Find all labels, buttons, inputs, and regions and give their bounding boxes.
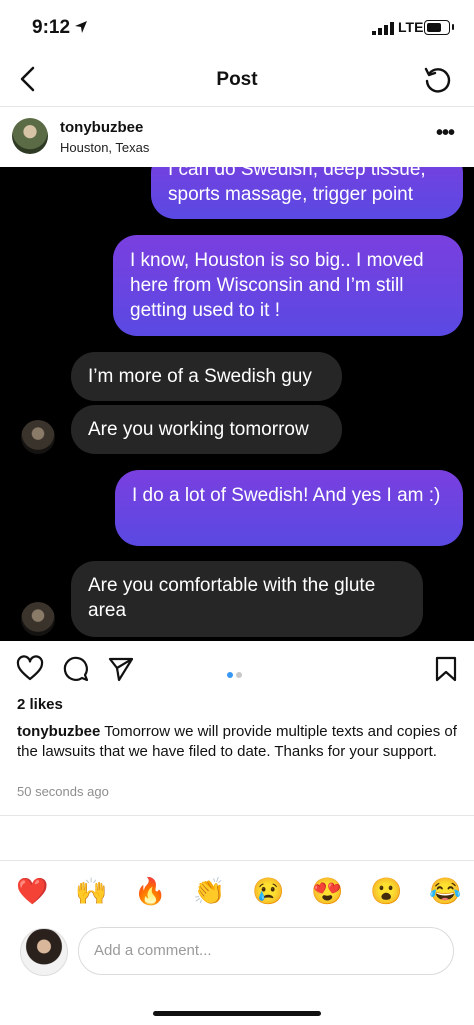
bookmark-icon[interactable] [432,655,460,683]
divider [0,815,474,816]
status-bar: 9:12 LTE [0,0,474,56]
refresh-icon[interactable] [421,64,453,96]
reaction-clap[interactable]: 👏 [193,876,225,907]
carousel-dot [236,672,242,678]
post-location[interactable]: Houston, Texas [60,140,149,155]
likes-count[interactable]: 2 likes [17,696,63,713]
reaction-laughing[interactable]: 😂 [429,876,461,907]
avatar[interactable] [12,118,48,154]
post-actions [0,641,474,695]
reaction-heart-eyes[interactable]: 😍 [311,876,343,907]
reaction-fire[interactable]: 🔥 [134,876,166,907]
battery-icon [424,20,454,35]
post-image[interactable]: I can do Swedish, deep tissue, sports ma… [0,167,474,641]
signal-icon [372,22,394,35]
more-options-icon[interactable]: ••• [436,122,455,145]
post-header: tonybuzbee Houston, Texas ••• [0,107,474,167]
carousel-indicator [227,665,245,683]
chat-message-incoming: I’m more of a Swedish guy [71,352,342,401]
chat-message-outgoing: I can do Swedish, deep tissue, sports ma… [151,167,463,219]
divider [0,860,474,861]
carousel-dot-active [227,672,233,678]
comment-input[interactable]: Add a comment... [78,927,454,975]
avatar [20,928,68,976]
share-icon[interactable] [107,655,135,683]
location-arrow-icon [75,21,87,33]
comment-icon[interactable] [62,655,90,683]
chat-message-incoming: Are you working tomorrow [71,405,342,454]
chat-avatar [21,602,55,636]
reaction-raised-hands[interactable]: 🙌 [75,876,107,907]
home-indicator[interactable] [153,1011,321,1016]
chat-message-incoming: Are you comfortable with the glute area [71,561,423,637]
page-title: Post [216,69,258,90]
reaction-heart[interactable]: ❤️ [16,876,48,907]
chat-avatar [21,420,55,454]
post-timestamp: 50 seconds ago [17,784,109,799]
status-time: 9:12 [32,17,71,38]
chat-message-outgoing: I know, Houston is so big.. I moved here… [113,235,463,336]
reaction-crying[interactable]: 😢 [252,876,284,907]
reaction-surprised[interactable]: 😮 [370,876,402,907]
post-caption: tonybuzbee Tomorrow we will provide mult… [17,722,461,762]
heart-icon[interactable] [16,655,44,683]
caption-username[interactable]: tonybuzbee [17,723,100,740]
nav-bar: Post [0,56,474,107]
network-label: LTE [398,19,424,35]
chat-message-outgoing: I do a lot of Swedish! And yes I am :) [115,470,463,546]
post-username[interactable]: tonybuzbee [60,119,143,136]
